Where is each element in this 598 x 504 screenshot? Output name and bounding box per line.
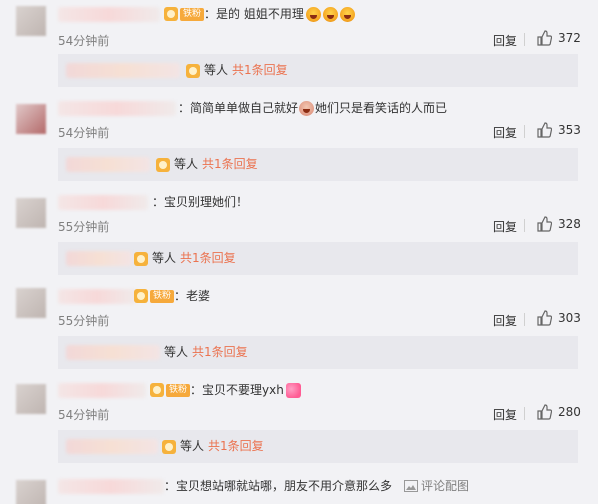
- username-blurred[interactable]: [58, 7, 160, 22]
- divider: [524, 33, 525, 46]
- like-count: 353: [558, 123, 581, 137]
- thumbs-up-icon: [537, 310, 552, 326]
- timestamp: 54分钟前: [58, 34, 110, 48]
- comment-text: ：宝贝想站哪就站哪，朋友不用介意那么多: [164, 479, 393, 493]
- comment-text-line: ：简简单单做自己就好 她们只是看笑话的人而已: [178, 99, 447, 117]
- timestamp: 55分钟前: [58, 314, 110, 328]
- avatar[interactable]: [16, 104, 46, 134]
- like-count: 280: [558, 405, 581, 419]
- fan-badge: 铁粉: [166, 383, 191, 397]
- timestamp: 54分钟前: [58, 408, 110, 422]
- username-blurred[interactable]: [58, 101, 176, 116]
- vip-badge-icon: [164, 7, 178, 21]
- timestamp: 54分钟前: [58, 126, 110, 140]
- sub-replies-summary: 等人 共1条回复: [162, 438, 264, 455]
- sub-replies-box[interactable]: 等人 共1条回复: [58, 54, 578, 87]
- reply-button[interactable]: 回复: [493, 406, 517, 423]
- reply-button[interactable]: 回复: [493, 218, 517, 235]
- avatar[interactable]: [16, 288, 46, 318]
- comment-text: ：宝贝别理她们！: [152, 195, 249, 209]
- sub-replies-summary: 等人 共1条回复: [152, 156, 258, 173]
- reply-button[interactable]: 回复: [493, 32, 517, 49]
- vip-badge-icon: [150, 383, 164, 397]
- username-blurred[interactable]: [58, 289, 136, 304]
- reply-button[interactable]: 回复: [493, 124, 517, 141]
- username-blurred[interactable]: [58, 479, 164, 494]
- reply-count-link[interactable]: 共1条回复: [202, 156, 258, 173]
- reply-button[interactable]: 回复: [493, 312, 517, 329]
- like-count: 303: [558, 311, 581, 325]
- avatar[interactable]: [16, 198, 46, 228]
- reply-usernames-blurred: [66, 63, 180, 78]
- sub-prefix: 等人: [204, 63, 229, 77]
- laugh-emoji-icon: [322, 6, 338, 22]
- comment-text-line: 铁粉 ：宝贝不要理yxh: [146, 381, 301, 399]
- comment-text-line: ：宝贝别理她们！: [152, 193, 248, 211]
- comment-image-link[interactable]: 评论配图: [404, 477, 469, 495]
- sub-replies-box[interactable]: 等人 共1条回复: [58, 242, 578, 275]
- comment-text: ：宝贝不要理yxh: [190, 383, 284, 397]
- username-blurred[interactable]: [58, 383, 146, 398]
- fan-badge: 铁粉: [180, 7, 205, 21]
- like-button[interactable]: 280: [536, 404, 581, 420]
- sub-prefix: 等人: [152, 251, 177, 265]
- thumbs-up-icon: [537, 404, 552, 420]
- sub-replies-box[interactable]: 等人 共1条回复: [58, 336, 578, 369]
- sub-replies-box[interactable]: 等人 共1条回复: [58, 430, 578, 463]
- reply-count-link[interactable]: 共1条回复: [232, 62, 288, 79]
- thumbs-up-icon: [537, 30, 552, 46]
- laugh-emoji-icon: [339, 6, 355, 22]
- vip-badge-icon: [134, 251, 148, 266]
- sub-replies-box[interactable]: 等人 共1条回复: [58, 148, 578, 181]
- like-count: 328: [558, 217, 581, 231]
- reply-usernames-blurred: [66, 345, 160, 360]
- face-emoji-icon: [299, 100, 315, 116]
- image-icon: [404, 480, 419, 492]
- like-count: 372: [558, 31, 581, 45]
- heart-emoji-icon: [285, 382, 301, 398]
- divider: [524, 313, 525, 326]
- comment-text: ：是的 姐姐不用理: [204, 7, 304, 21]
- comment-text: ：简简单单做自己就好: [178, 101, 299, 115]
- sub-prefix: 等人: [164, 345, 189, 359]
- thumbs-up-icon: [537, 216, 552, 232]
- vip-badge-icon: [186, 63, 200, 78]
- like-button[interactable]: 353: [536, 122, 581, 138]
- sub-replies-summary: 等人 共1条回复: [134, 250, 236, 267]
- fan-badge: 铁粉: [150, 289, 175, 303]
- vip-badge-icon: [162, 439, 176, 454]
- reply-count-link[interactable]: 共1条回复: [208, 438, 264, 455]
- vip-badge-icon: [156, 157, 170, 172]
- reply-count-link[interactable]: 共1条回复: [192, 344, 248, 361]
- divider: [524, 125, 525, 138]
- avatar[interactable]: [16, 480, 46, 504]
- reply-usernames-blurred: [66, 157, 150, 172]
- reply-usernames-blurred: [66, 251, 132, 266]
- comment-text-line: 铁粉 ：是的 姐姐不用理: [160, 5, 355, 23]
- like-button[interactable]: 372: [536, 30, 581, 46]
- comment-text: ：老婆: [174, 289, 211, 303]
- comment-text-line: 铁粉 ：老婆: [134, 287, 210, 305]
- like-button[interactable]: 328: [536, 216, 581, 232]
- reply-count-link[interactable]: 共1条回复: [180, 250, 236, 267]
- reply-usernames-blurred: [66, 439, 158, 454]
- divider: [524, 219, 525, 232]
- sub-replies-summary: 等人 共1条回复: [164, 344, 248, 361]
- laugh-emoji-icon: [305, 6, 321, 22]
- avatar[interactable]: [16, 384, 46, 414]
- thumbs-up-icon: [537, 122, 552, 138]
- username-blurred[interactable]: [58, 195, 148, 210]
- avatar[interactable]: [16, 6, 46, 36]
- comment-text-cont: 她们只是看笑话的人而已: [315, 101, 448, 115]
- sub-prefix: 等人: [180, 439, 205, 453]
- sub-replies-summary: 等人 共1条回复: [182, 62, 288, 79]
- like-button[interactable]: 303: [536, 310, 581, 326]
- sub-prefix: 等人: [174, 157, 199, 171]
- comment-text-line: ：宝贝想站哪就站哪，朋友不用介意那么多 评论配图: [164, 477, 469, 495]
- divider: [524, 407, 525, 420]
- comment-image-link-label: 评论配图: [421, 479, 470, 493]
- vip-badge-icon: [134, 289, 148, 303]
- timestamp: 55分钟前: [58, 220, 110, 234]
